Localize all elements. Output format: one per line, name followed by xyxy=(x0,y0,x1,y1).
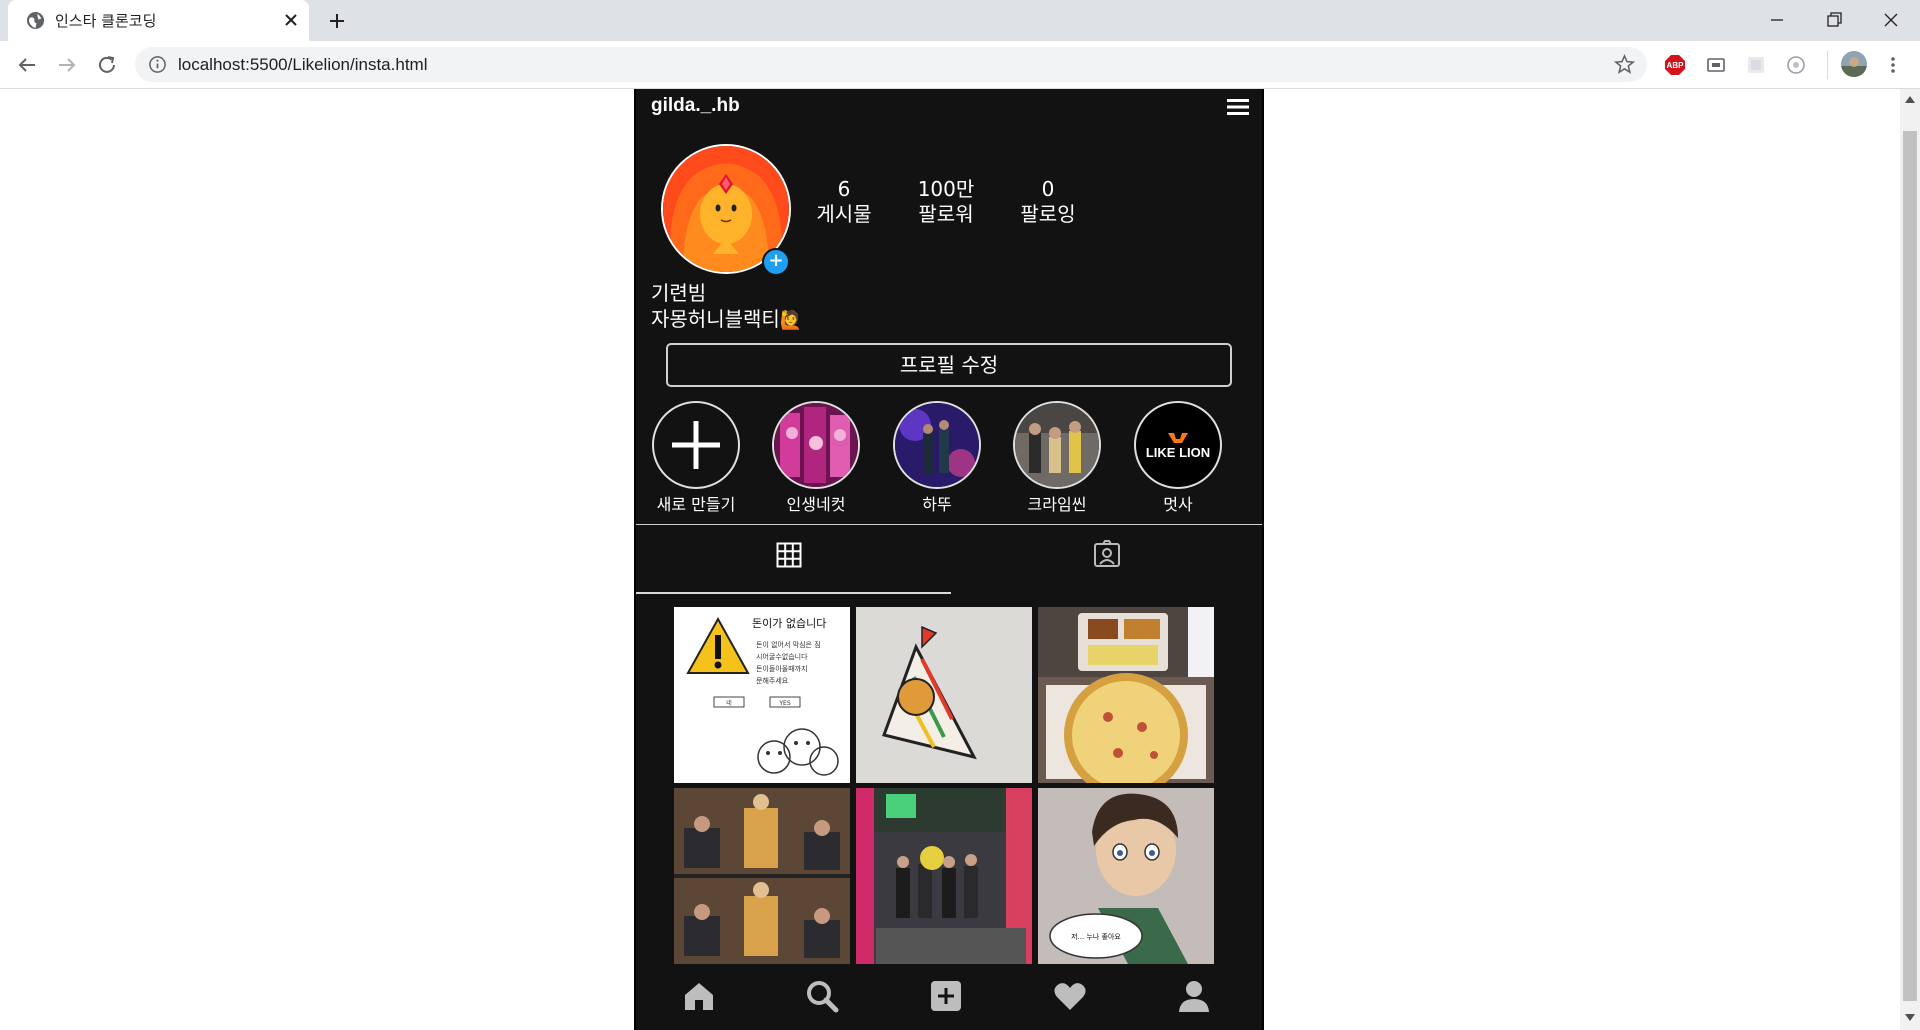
globe-icon xyxy=(26,11,45,30)
following-label: 팔로잉 xyxy=(1020,202,1076,226)
post-thumbnail[interactable] xyxy=(1038,607,1214,783)
add-post-icon[interactable] xyxy=(928,978,964,1014)
new-tab-icon[interactable] xyxy=(325,9,349,33)
comic-line: 문해주세요 xyxy=(756,676,789,685)
comic-line: 돈이돌아올때까지 xyxy=(756,664,808,673)
stat-posts[interactable]: 6 게시물 xyxy=(794,177,894,227)
following-count: 0 xyxy=(1041,177,1055,201)
section-divider xyxy=(636,524,1262,525)
highlight-label: 새로 만들기 xyxy=(656,495,736,514)
profile-name: 기련빔 xyxy=(651,281,707,305)
highlight-photo xyxy=(1015,403,1099,487)
comic-line: 시어굴수없습니다 xyxy=(756,652,808,661)
posts-label: 게시물 xyxy=(816,202,872,226)
edit-profile-button[interactable]: 프로필 수정 xyxy=(666,343,1232,387)
scroll-up-icon[interactable] xyxy=(1905,95,1915,103)
search-icon[interactable] xyxy=(804,978,840,1014)
sitcom-photo xyxy=(674,788,850,964)
webtoon-panel: 저... 누나 좋아요 xyxy=(1038,788,1214,964)
likelion-logo-text: LIKE LION xyxy=(1146,445,1210,460)
highlight-crimescene[interactable]: 크라임씬 xyxy=(1007,401,1107,515)
url-text: localhost:5500/Likelion/insta.html xyxy=(178,55,428,74)
street-photo xyxy=(856,788,1032,964)
raising-hand-emoji: 🙋 xyxy=(779,310,803,331)
grid-icon[interactable] xyxy=(776,542,802,568)
tab-title: 인스타 클론코딩 xyxy=(55,12,157,30)
bookmark-star-icon[interactable] xyxy=(1613,53,1636,76)
highlight-label: 인생네컷 xyxy=(786,495,846,514)
highlight-circle xyxy=(1013,401,1101,489)
active-tab-underline xyxy=(636,592,951,594)
browser-tabstrip: 인스타 클론코딩 xyxy=(0,0,1920,41)
reload-icon[interactable] xyxy=(94,52,120,78)
highlight-photo xyxy=(895,403,979,487)
more-vert-icon[interactable] xyxy=(1881,53,1905,77)
cookie-drawing xyxy=(856,607,1032,783)
highlight-label: 크라임씬 xyxy=(1027,495,1087,514)
extension-icon[interactable] xyxy=(1744,53,1768,77)
scroll-thumb[interactable] xyxy=(1903,131,1917,1001)
stat-followers[interactable]: 100만 팔로워 xyxy=(896,177,996,227)
minimize-icon[interactable] xyxy=(1765,8,1789,32)
posts-count: 6 xyxy=(837,177,851,201)
add-story-badge[interactable]: + xyxy=(762,248,790,276)
post-thumbnail[interactable] xyxy=(856,788,1032,964)
profile-icon[interactable] xyxy=(1176,978,1212,1014)
highlight-photo xyxy=(774,403,858,487)
highlight-likelion[interactable]: LIKE LION 멋사 xyxy=(1128,401,1228,515)
info-icon[interactable] xyxy=(148,55,167,74)
highlight-circle xyxy=(652,401,740,489)
avatar[interactable] xyxy=(1840,50,1868,78)
pizza-photo xyxy=(1038,607,1214,783)
browser-tab[interactable]: 인스타 클론코딩 xyxy=(8,0,309,41)
plus-icon xyxy=(672,421,720,469)
highlight-circle xyxy=(772,401,860,489)
highlight-label: 멋사 xyxy=(1163,495,1193,514)
post-thumbnail[interactable]: 돈이가 없습니다 돈이 없어서 막심은 짐 시어굴수없습니다 돈이돌아올때까지 … xyxy=(674,607,850,783)
browser-toolbar: localhost:5500/Likelion/insta.html ABP xyxy=(0,41,1920,89)
address-bar[interactable]: localhost:5500/Likelion/insta.html xyxy=(135,47,1647,82)
abp-icon[interactable]: ABP xyxy=(1663,53,1687,77)
instagram-profile-page: gilda._.hb + 6 게시물 100만 팔로워 0 팔로잉 기련빔 자몽… xyxy=(634,89,1264,1030)
speech-bubble-text: 저... 누나 좋아요 xyxy=(1071,932,1121,941)
toolbar-divider xyxy=(1827,51,1828,79)
restore-icon[interactable] xyxy=(1822,8,1846,32)
home-icon[interactable] xyxy=(681,978,717,1014)
likelion-logo-icon: LIKE LION xyxy=(1146,433,1210,460)
comic-button: YES xyxy=(778,700,790,707)
tagged-icon[interactable] xyxy=(1092,539,1122,569)
followers-label: 팔로워 xyxy=(918,202,974,226)
post-thumbnail[interactable] xyxy=(856,607,1032,783)
scroll-down-icon[interactable] xyxy=(1905,1014,1915,1022)
bio-text: 자몽허니블랙티 xyxy=(651,307,780,331)
profile-bio: 자몽허니블랙티🙋 xyxy=(651,303,802,332)
hamburger-menu-icon[interactable] xyxy=(1226,96,1250,118)
close-tab-icon[interactable] xyxy=(281,10,301,30)
post-thumbnail[interactable]: 저... 누나 좋아요 xyxy=(1038,788,1214,964)
comic-button: 네 xyxy=(726,699,732,707)
cast-icon[interactable] xyxy=(1704,53,1728,77)
highlight-circle: LIKE LION xyxy=(1134,401,1222,489)
close-window-icon[interactable] xyxy=(1879,8,1903,32)
stat-following[interactable]: 0 팔로잉 xyxy=(998,177,1098,227)
comic-title: 돈이가 없습니다 xyxy=(752,617,826,630)
highlight-life4cuts[interactable]: 인생네컷 xyxy=(766,401,866,515)
highlight-new[interactable]: 새로 만들기 xyxy=(646,401,746,515)
back-icon[interactable] xyxy=(14,52,40,78)
circle-icon[interactable] xyxy=(1784,53,1808,77)
highlight-circle xyxy=(893,401,981,489)
highlight-label: 하뚜 xyxy=(922,495,952,514)
page-scrollbar[interactable] xyxy=(1900,89,1920,1030)
post-thumbnail[interactable] xyxy=(674,788,850,964)
followers-count: 100만 xyxy=(917,177,975,201)
no-money-comic: 돈이가 없습니다 돈이 없어서 막심은 짐 시어굴수없습니다 돈이돌아올때까지 … xyxy=(686,616,839,776)
comic-line: 돈이 없어서 막심은 짐 xyxy=(756,640,821,649)
highlight-hattu[interactable]: 하뚜 xyxy=(887,401,987,515)
profile-username: gilda._.hb xyxy=(651,95,740,116)
forward-icon[interactable] xyxy=(54,52,80,78)
svg-text:ABP: ABP xyxy=(1667,61,1685,70)
heart-icon[interactable] xyxy=(1052,978,1088,1014)
bottom-navigation xyxy=(636,972,1262,1030)
